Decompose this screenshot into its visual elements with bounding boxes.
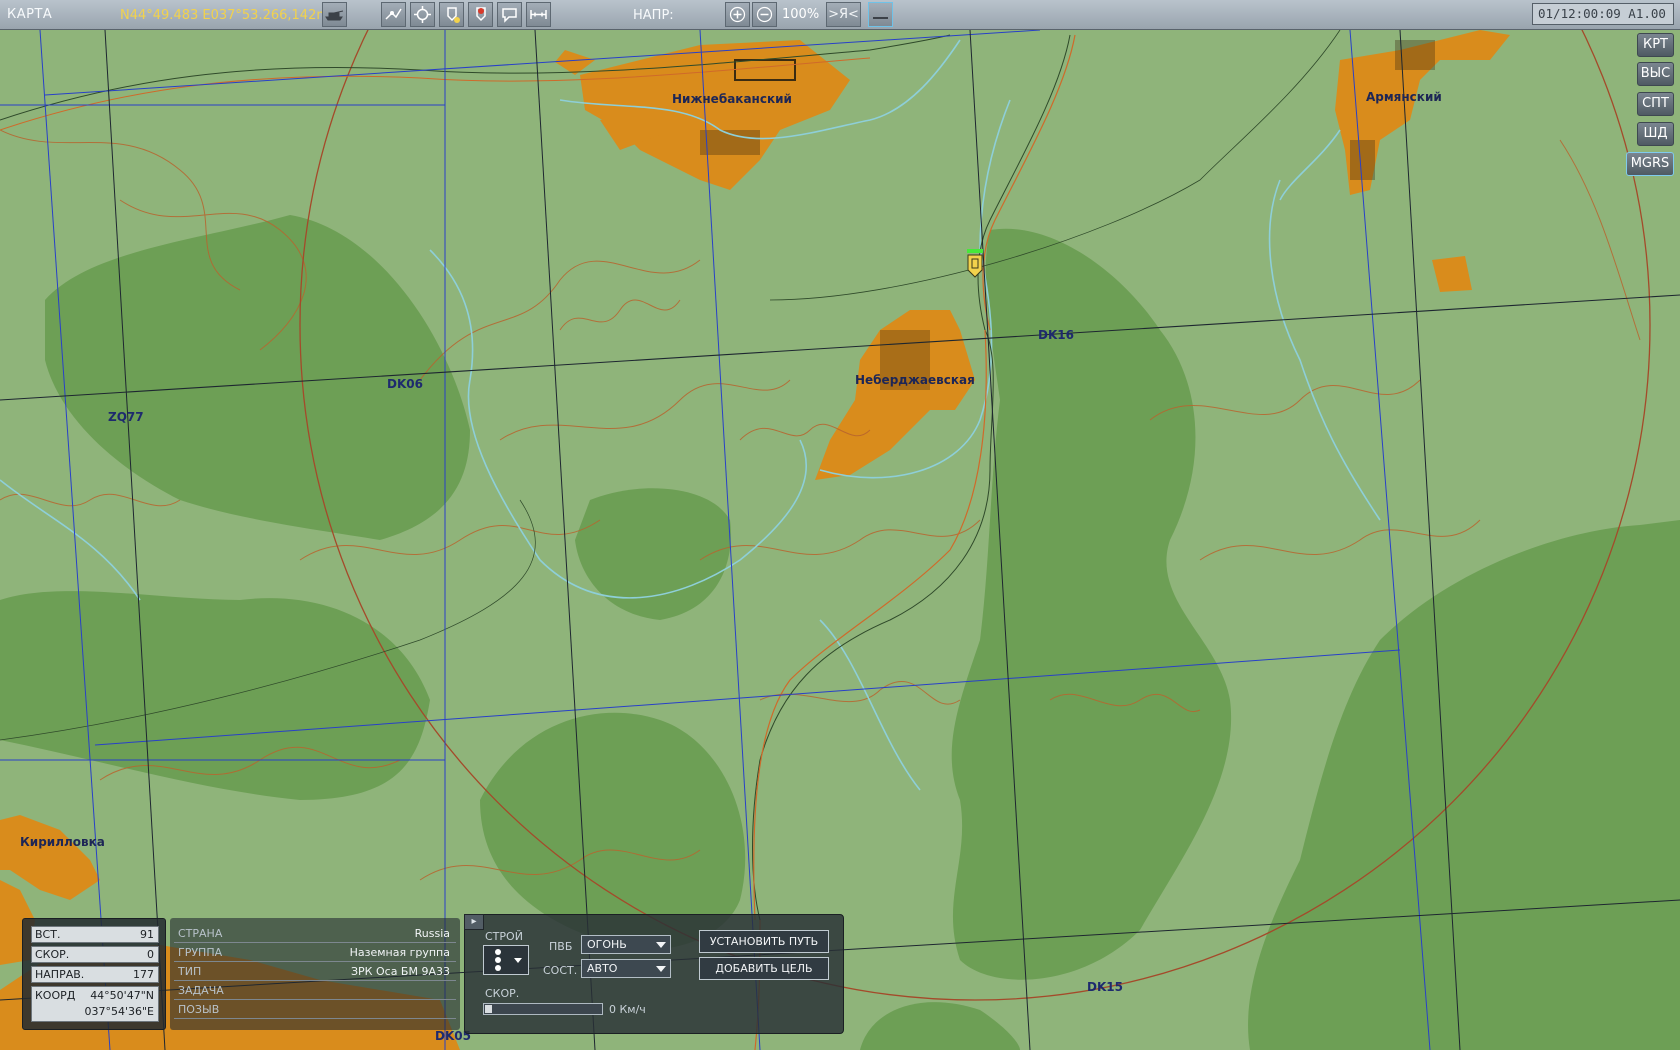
ruler-tool-button[interactable] — [526, 2, 551, 27]
town-label: Армянский — [1366, 90, 1442, 104]
grid-square-label: ZQ77 — [108, 410, 144, 424]
formation-column-icon — [495, 949, 522, 971]
coordinates-box: КООРД 44°50'47"N 037°54'36"E — [31, 986, 159, 1022]
info-key: ТИП — [178, 965, 202, 978]
profile-icon — [873, 17, 888, 19]
target-pin-icon — [476, 7, 486, 22]
cursor-coordinates: N44°49.483 E037°53.266,142m — [120, 8, 330, 23]
heading-value: 177 — [133, 968, 154, 981]
map-canvas[interactable] — [0, 0, 1680, 1050]
vehicle-icon — [325, 10, 344, 21]
town-label: Кирилловка — [20, 835, 105, 849]
zoom-out-button[interactable] — [752, 2, 777, 27]
unit-stats-panel: ВСТ. 91 СКОР. 0 НАПРАВ. 177 КООРД 44°50'… — [22, 918, 166, 1030]
state-select[interactable]: АВТО — [581, 959, 671, 978]
info-row-task: ЗАДАЧА — [174, 982, 456, 1000]
grid-square-label: DK16 — [1038, 328, 1074, 342]
window-title: КАРТА — [7, 7, 53, 22]
state-value: АВТО — [587, 962, 618, 975]
zoom-out-icon — [756, 6, 773, 23]
town-label: Нижнебаканский — [672, 92, 792, 106]
grid-square-label: DK15 — [1087, 980, 1123, 994]
info-key: СТРАНА — [178, 927, 223, 940]
comment-tool-button[interactable] — [497, 2, 522, 27]
longitude-value: 037°54'36"E — [84, 1005, 154, 1018]
grid-square-label: DK06 — [387, 377, 423, 391]
chevron-down-icon — [656, 966, 666, 972]
unit-filter-button[interactable] — [322, 2, 347, 27]
speed-slider[interactable] — [483, 1003, 603, 1015]
info-key: ЗАДАЧА — [178, 984, 224, 997]
ruler-icon — [530, 10, 547, 19]
info-key: ГРУППА — [178, 946, 223, 959]
info-value: Наземная группа — [349, 946, 450, 959]
map-mode-map-button[interactable]: КРТ — [1637, 33, 1674, 57]
roe-select[interactable]: ОГОНЬ — [581, 935, 671, 954]
collapse-icon: ▸ — [471, 916, 477, 927]
heading-stat-label: НАПРАВ. — [35, 968, 85, 981]
altitude-row: ВСТ. 91 — [31, 926, 159, 943]
set-route-button[interactable]: УСТАНОВИТЬ ПУТЬ — [699, 930, 829, 953]
info-value: ЗРК Оса БМ 9А33 — [351, 965, 450, 978]
zoom-in-icon — [729, 6, 746, 23]
info-row-type: ТИП ЗРК Оса БМ 9А33 — [174, 963, 456, 981]
order-speed-label: СКОР. — [485, 987, 520, 1000]
heading-row: НАПРАВ. 177 — [31, 966, 159, 983]
panel-collapse-button[interactable]: ▸ — [464, 914, 484, 930]
speed-value: 0 — [147, 948, 154, 961]
mission-time: 01/12:00:09 A1.00 — [1532, 3, 1674, 25]
speed-slider-fill — [485, 1005, 492, 1013]
speed-row: СКОР. 0 — [31, 946, 159, 963]
terrain-profile-button[interactable] — [868, 2, 893, 27]
orders-panel: СТРОЙ ПВБ ОГОНЬ СОСТ. АВТО СКОР. 0 Км/ч … — [464, 914, 844, 1034]
info-row-country: СТРАНА Russia — [174, 925, 456, 943]
map-mode-altitude-button[interactable]: ВЫС — [1637, 62, 1674, 86]
center-on-me-button[interactable]: >Я< — [826, 2, 861, 27]
unit-info-panel: СТРАНА Russia ГРУППА Наземная группа ТИП… — [170, 918, 460, 1030]
roe-value: ОГОНЬ — [587, 938, 627, 951]
zoom-in-button[interactable] — [725, 2, 750, 27]
info-value: Russia — [414, 927, 450, 940]
altitude-value: 91 — [140, 928, 154, 941]
formation-label: СТРОЙ — [485, 930, 523, 943]
town-label: Неберджаевская — [855, 373, 975, 387]
zoom-level: 100% — [782, 7, 820, 22]
map-toolbar: КАРТА N44°49.483 E037°53.266,142m НАПР: … — [0, 0, 1680, 30]
add-target-tool-button[interactable] — [468, 2, 493, 27]
info-row-callsign: ПОЗЫВ — [174, 1001, 456, 1019]
state-label: СОСТ. — [543, 964, 578, 977]
latitude-value: 44°50'47"N — [90, 989, 154, 1002]
chevron-down-icon — [656, 942, 666, 948]
add-unit-button[interactable] — [439, 2, 464, 27]
formation-select[interactable] — [483, 945, 529, 975]
roe-label: ПВБ — [549, 940, 573, 953]
order-speed-value: 0 Км/ч — [609, 1003, 646, 1016]
speech-bubble-icon — [502, 8, 517, 23]
gear-icon — [414, 6, 431, 23]
map-mode-latlong-button[interactable]: ШД — [1637, 122, 1674, 146]
route-tool-button[interactable] — [381, 2, 406, 27]
altitude-label: ВСТ. — [35, 928, 61, 941]
map-mode-mgrs-button[interactable]: MGRS — [1626, 152, 1674, 176]
settings-tool-button[interactable] — [410, 2, 435, 27]
info-key: ПОЗЫВ — [178, 1003, 220, 1016]
map-mode-satellite-button[interactable]: СПТ — [1637, 92, 1674, 116]
route-icon — [385, 8, 402, 20]
heading-label: НАПР: — [633, 8, 674, 23]
coordinates-label: КООРД — [35, 989, 76, 1002]
info-row-group: ГРУППА Наземная группа — [174, 944, 456, 962]
unit-pin-icon — [447, 7, 460, 23]
speed-label: СКОР. — [35, 948, 70, 961]
add-target-button[interactable]: ДОБАВИТЬ ЦЕЛЬ — [699, 957, 829, 980]
